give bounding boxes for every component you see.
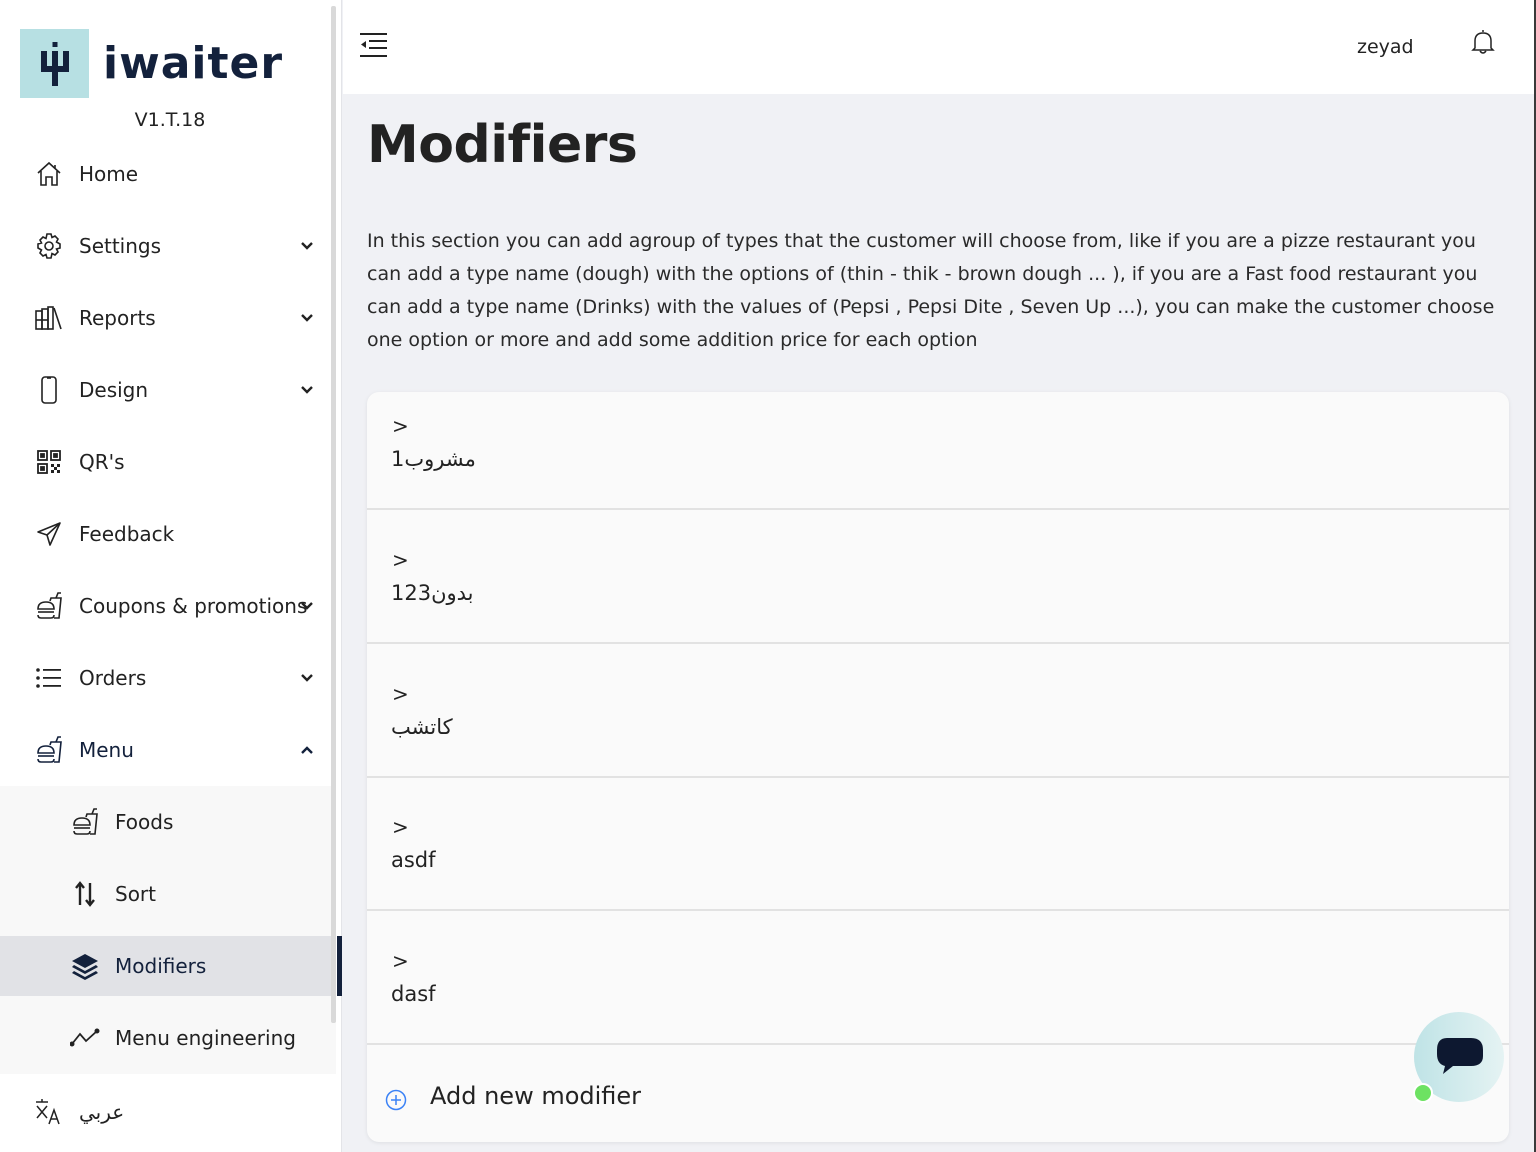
sidebar-subitem-label: Menu engineering [115, 1026, 296, 1050]
sidebar-item-label: Feedback [79, 522, 175, 546]
expand-arrow-icon[interactable]: > [392, 815, 409, 839]
sidebar-item-label: Coupons & promotions [79, 594, 308, 618]
sidebar-subitem-label: Sort [115, 882, 156, 906]
qr-code-icon [34, 447, 64, 477]
bell-icon [1471, 30, 1495, 54]
sidebar-item-coupons-promotions[interactable]: Coupons & promotions [0, 570, 336, 642]
sidebar-subitem-label: Modifiers [115, 954, 207, 978]
modifier-name: كاتشب [391, 715, 453, 739]
reports-icon [34, 303, 64, 333]
sidebar-item-label: QR's [79, 450, 125, 474]
brand-name: iwaiter [103, 38, 284, 89]
chevron-down-icon [298, 381, 316, 399]
modifier-row[interactable]: > كاتشب [367, 644, 1509, 778]
sidebar-scrollbar[interactable] [331, 6, 336, 1023]
modifier-name: asdf [391, 848, 436, 872]
sidebar-subitem-label: Foods [115, 810, 174, 834]
sidebar-item-qrs[interactable]: QR's [0, 426, 336, 498]
sidebar-item-label: Settings [79, 234, 162, 258]
modifier-name: بدون123 [391, 581, 474, 605]
active-indicator [337, 936, 342, 996]
add-new-modifier-label: Add new modifier [430, 1082, 642, 1110]
sidebar-item-home[interactable]: Home [0, 138, 336, 210]
sidebar-item-settings[interactable]: Settings [0, 210, 336, 282]
page-description: In this section you can add agroup of ty… [367, 230, 1495, 351]
language-switch[interactable]: عربي [0, 1076, 336, 1148]
modifier-name: مشروب1 [391, 447, 476, 471]
sidebar-item-label: Home [79, 162, 139, 186]
fast-food-icon [34, 591, 64, 621]
sidebar-item-orders[interactable]: Orders [0, 642, 336, 714]
sidebar: iwaiter V1.T.18 Home Settings Reports De… [0, 0, 342, 1152]
expand-arrow-icon[interactable]: > [392, 414, 409, 438]
expand-arrow-icon[interactable]: > [392, 949, 409, 973]
logo-mark-icon [20, 29, 89, 98]
translate-icon [34, 1097, 64, 1127]
phone-icon [34, 375, 64, 405]
sidebar-item-menu[interactable]: Menu [0, 714, 336, 786]
chevron-down-icon [298, 669, 316, 687]
send-icon [34, 519, 64, 549]
modifier-name: dasf [391, 982, 436, 1006]
sidebar-subitem-sort[interactable]: Sort [0, 858, 336, 930]
user-name[interactable]: zeyad [1357, 36, 1414, 58]
sidebar-subitem-menu-engineering[interactable]: Menu engineering [0, 1002, 336, 1074]
modifier-row[interactable]: > asdf [367, 777, 1509, 911]
sidebar-item-reports[interactable]: Reports [0, 282, 336, 354]
chevron-down-icon [298, 237, 316, 255]
modifier-row[interactable]: > dasf [367, 911, 1509, 1045]
layers-icon [70, 951, 100, 981]
sidebar-item-label: Menu [79, 738, 134, 762]
page-title: Modifiers [367, 115, 638, 175]
fast-food-icon [34, 735, 64, 765]
list-icon [34, 663, 64, 693]
modifier-row[interactable]: > بدون123 [367, 510, 1509, 644]
chevron-down-icon [298, 597, 316, 615]
chevron-down-icon [298, 309, 316, 327]
fast-food-icon [70, 807, 100, 837]
brand-logo[interactable]: iwaiter [20, 29, 283, 98]
top-bar: zeyad [343, 0, 1536, 94]
add-new-modifier-button[interactable]: Add new modifier [367, 1044, 1509, 1142]
app-version: V1.T.18 [134, 109, 206, 131]
expand-arrow-icon[interactable]: > [392, 548, 409, 572]
notifications-button[interactable] [1471, 28, 1495, 56]
chat-bubble-icon [1437, 1038, 1483, 1074]
language-label: عربي [79, 1100, 125, 1124]
sidebar-item-label: Reports [79, 306, 156, 330]
menu-submenu: Foods Sort Modifiers Menu engineering [0, 786, 336, 1074]
menu-collapse-icon [360, 33, 387, 57]
gear-icon [34, 231, 64, 261]
modifier-row[interactable]: > مشروب1 [367, 392, 1509, 510]
chevron-up-icon [298, 741, 316, 759]
sidebar-subitem-foods[interactable]: Foods [0, 786, 336, 858]
sidebar-item-label: Design [79, 378, 149, 402]
expand-arrow-icon[interactable]: > [392, 682, 409, 706]
sidebar-item-design[interactable]: Design [0, 354, 336, 426]
plus-circle-icon [385, 1089, 407, 1111]
collapse-sidebar-button[interactable] [359, 31, 389, 59]
sidebar-subitem-modifiers[interactable]: Modifiers [0, 936, 336, 996]
sidebar-item-feedback[interactable]: Feedback [0, 498, 336, 570]
online-status-indicator [1413, 1083, 1433, 1103]
sidebar-item-label: Orders [79, 666, 147, 690]
modifiers-list: > مشروب1 > بدون123 > كاتشب > asdf > dasf… [367, 392, 1509, 1142]
sort-icon [70, 879, 100, 909]
trend-line-icon [70, 1023, 100, 1053]
home-icon [34, 159, 64, 189]
